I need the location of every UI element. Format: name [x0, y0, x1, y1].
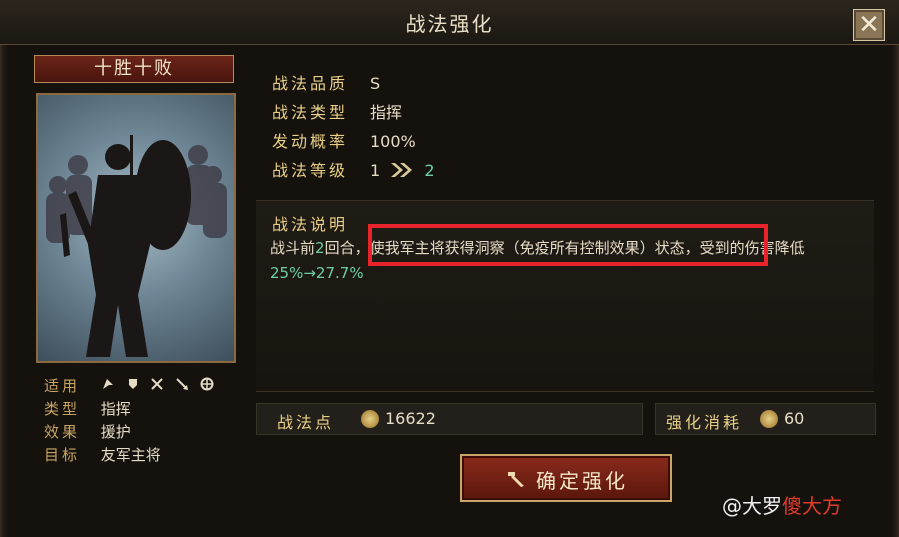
watermark: @大罗傻大方 [722, 494, 842, 518]
title-bar: 战法强化 ✕ [0, 0, 899, 45]
tactic-points-value: 16622 [385, 409, 436, 428]
tactic-info: 战法品质 S 战法类型 指挥 发动概率 100% 战法等级 1 2 [272, 70, 435, 186]
enhance-cost-value: 60 [784, 409, 805, 428]
spear-icon [175, 377, 189, 395]
hammer-icon [506, 468, 528, 493]
soldiers-silhouette-icon [46, 135, 227, 357]
description-title: 战法说明 [272, 215, 349, 234]
tactic-name: 十胜十败 [34, 55, 234, 83]
type-row: 战法类型 指挥 [272, 103, 403, 122]
tactic-points-label: 战法点 [277, 413, 335, 432]
dialog-window: 战法强化 ✕ 十胜十败 适用 类型 指挥 效果 援护 目标 友军主将 战法品质 … [0, 0, 899, 537]
confirm-enhance-button[interactable]: 确定强化 [460, 454, 672, 502]
probability-row: 发动概率 100% [272, 132, 416, 151]
prop-effect: 效果 援护 [44, 423, 131, 441]
double-chevron-icon [385, 161, 419, 180]
enhance-cost-bar: 强化消耗 60 [655, 403, 876, 435]
quality-row: 战法品质 S [272, 74, 381, 93]
highlight-box [368, 224, 768, 266]
tactic-points-bar: 战法点 16622 [256, 403, 643, 435]
enhance-cost-label: 强化消耗 [666, 413, 743, 432]
level-row: 战法等级 1 2 [272, 161, 435, 180]
dialog-title: 战法强化 [405, 12, 494, 36]
prop-type: 类型 指挥 [44, 400, 131, 418]
coin-icon [361, 410, 379, 428]
cavalry-icon [101, 377, 115, 395]
prop-target: 目标 友军主将 [44, 446, 161, 464]
wheel-icon [200, 377, 214, 395]
shield-icon [126, 377, 140, 395]
crossbow-icon [150, 377, 164, 395]
tactic-card-art [36, 93, 236, 363]
prop-applicable: 适用 [44, 375, 220, 398]
close-button[interactable]: ✕ [853, 9, 885, 41]
coin-icon [760, 410, 778, 428]
tactic-properties: 适用 类型 指挥 效果 援护 目标 友军主将 [44, 375, 220, 467]
